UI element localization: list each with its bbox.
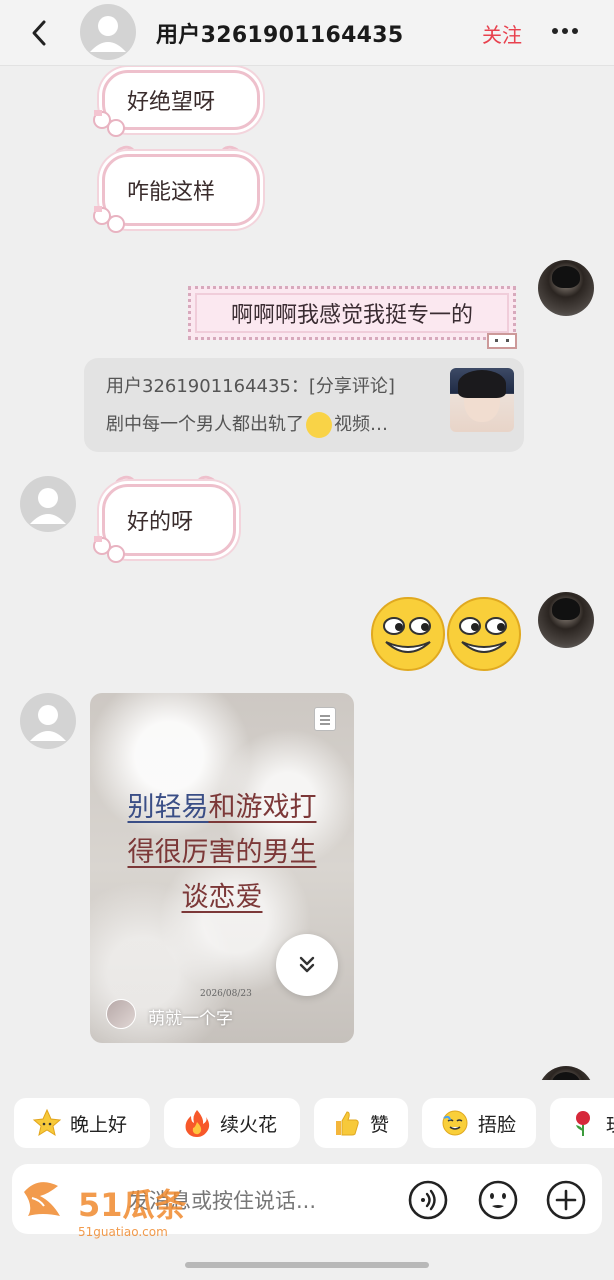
star-face-icon [32,1108,62,1138]
quick-reply-chip[interactable]: 续火花 [164,1098,300,1148]
sender-avatar[interactable] [20,693,76,749]
quick-reply-label: 捂脸 [478,1113,517,1136]
share-card-text-tail: 视频… [334,414,388,435]
quick-reply-label: 赞 [370,1113,390,1136]
bow-decoration-icon [93,206,125,233]
watermark-text: 51瓜条 [78,1186,187,1224]
chat-header: 用户3261901164435 关注 [0,0,614,66]
quick-reply-chip[interactable]: 捂脸 [422,1098,536,1148]
shared-comment-card[interactable]: 用户3261901164435：[分享评论] 剧中每一个男人都出轨了 视频… [84,358,524,452]
header-avatar[interactable] [80,4,136,60]
chevron-left-icon [32,20,46,46]
watermark-subtext: 51guatiao.com [78,1225,168,1239]
video-author-avatar [106,999,136,1029]
quick-reply-bar[interactable]: 晚上好 续火花 赞 捂脸 玫 [0,1094,614,1150]
share-card-thumbnail [450,368,514,432]
message-bubble-received[interactable]: 咋能这样 [93,143,260,233]
smirk-emoji-icon[interactable] [370,596,446,672]
more-dot-icon [562,28,568,34]
share-card-title: 用户3261901164435：[分享评论] [106,376,395,397]
quick-reply-chip[interactable]: 赞 [314,1098,408,1148]
quick-reply-chip[interactable]: 玫 [550,1098,614,1148]
share-card-text: 剧中每一个男人都出轨了 [106,414,304,435]
more-options-button[interactable] [552,28,586,38]
my-avatar[interactable] [538,260,594,316]
video-caption-line1: 和游戏打 [208,792,317,823]
quick-reply-label: 续火花 [220,1113,278,1136]
video-caption: 别轻易和游戏打 得很厉害的男生 谈恋爱 [90,785,354,920]
follow-button[interactable]: 关注 [482,19,522,48]
message-bubble-sent[interactable]: 啊啊啊我感觉我挺专一的 [184,276,520,349]
home-indicator[interactable] [185,1262,429,1268]
message-list[interactable]: 好绝望呀 咋能这样 啊啊啊我感觉我挺专一的 用户3261901164435：[分… [0,66,614,1080]
message-bubble-received[interactable]: 好绝望呀 [93,66,260,137]
sender-avatar[interactable] [20,476,76,532]
quick-reply-label: 玫 [606,1110,614,1137]
chat-title: 用户3261901164435 [156,23,404,48]
smirk-emoji-icon[interactable] [446,596,522,672]
back-button[interactable] [22,16,56,50]
quick-reply-label: 晚上好 [70,1113,128,1136]
video-caption-line2: 得很厉害的男生 [127,837,317,868]
share-card-content: 剧中每一个男人都出轨了 视频… [106,410,388,438]
rose-icon [568,1108,598,1138]
pixel-cat-decoration-icon [487,333,517,349]
video-date: 2026/08/23 [200,989,252,999]
emoji-picker-icon[interactable] [478,1180,518,1220]
quick-reply-chip[interactable]: 晚上好 [14,1098,150,1148]
more-dot-icon [572,28,578,34]
video-author-name: 萌就一个字 [148,1009,233,1029]
document-icon [314,707,336,731]
rolling-eyes-emoji-icon [306,412,332,438]
video-caption-line3: 谈恋爱 [181,882,263,913]
fire-icon [182,1108,212,1138]
site-watermark-logo: 51瓜条 51guatiao.com [24,1182,187,1239]
bow-decoration-icon [93,536,125,563]
message-bubble-received[interactable]: 好的呀 [93,473,236,563]
my-avatar[interactable] [538,1066,594,1080]
facepalm-icon [440,1108,470,1138]
my-avatar[interactable] [538,592,594,648]
plus-icon[interactable] [546,1180,586,1220]
double-chevron-down-icon [299,956,315,973]
thumbs-up-icon [332,1108,362,1138]
voice-input-icon[interactable] [408,1180,448,1220]
more-dot-icon [552,28,558,34]
scroll-to-bottom-button[interactable] [276,934,338,996]
bow-decoration-icon [93,110,125,137]
video-caption-highlight: 别轻易 [127,792,209,823]
message-text: 啊啊啊我感觉我挺专一的 [188,286,516,340]
